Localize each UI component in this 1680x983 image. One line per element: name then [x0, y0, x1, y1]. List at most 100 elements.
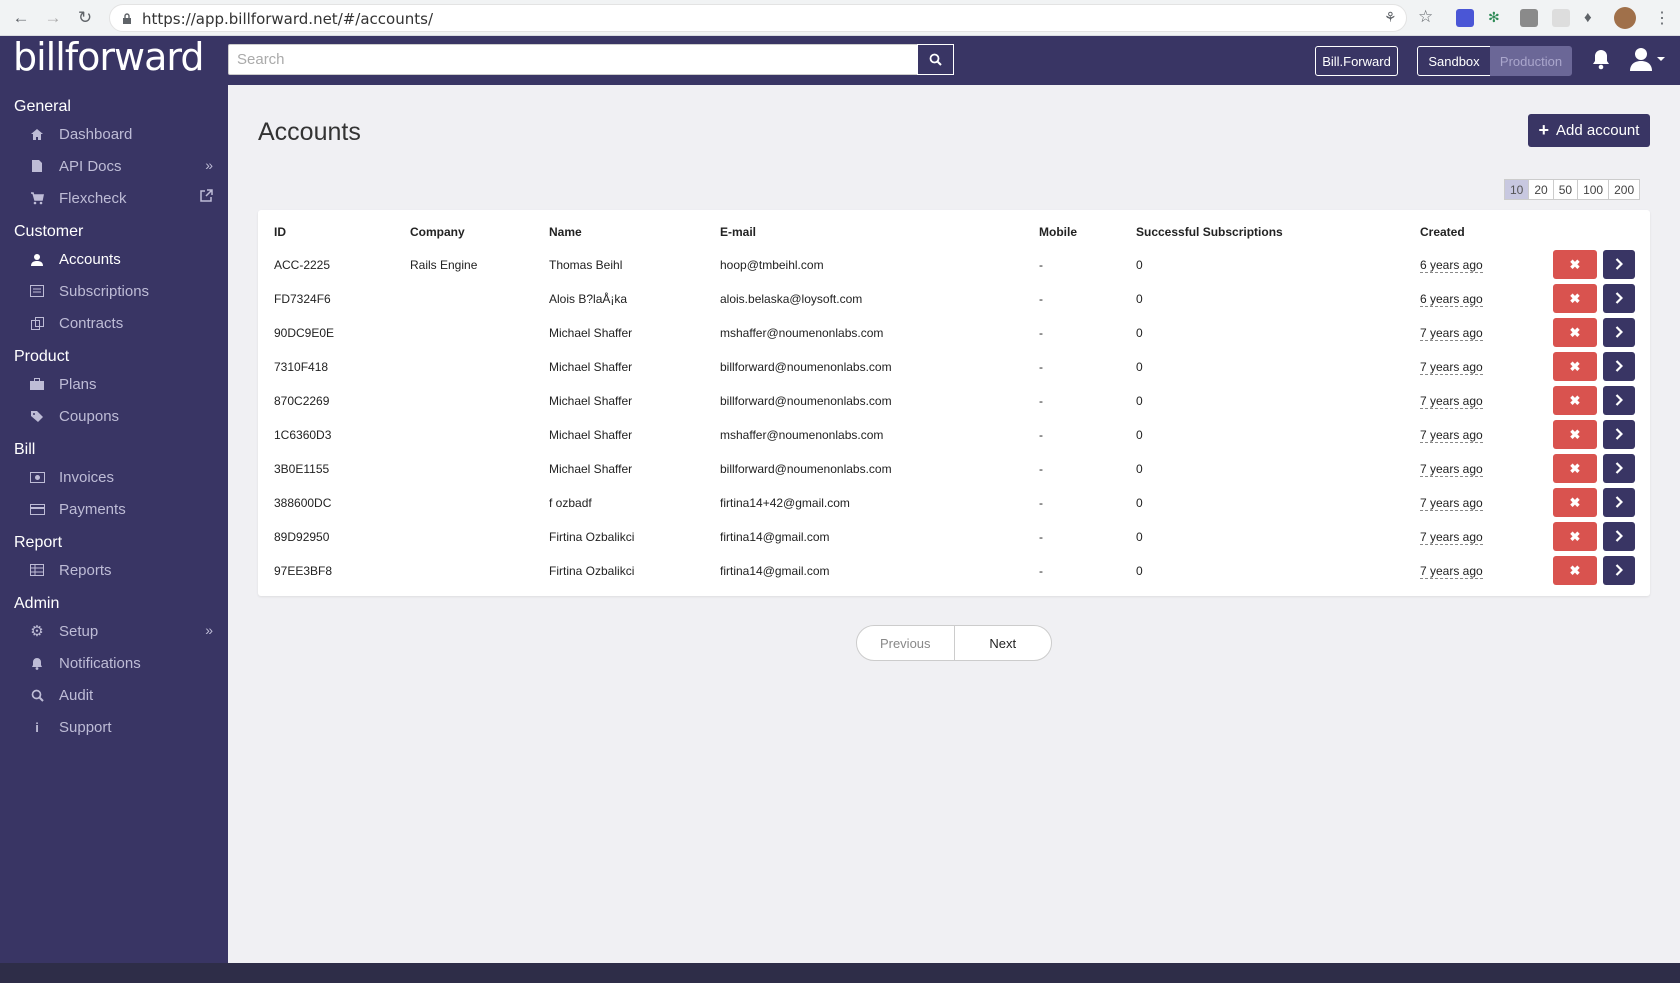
user-icon	[1630, 48, 1665, 71]
star-icon[interactable]: ☆	[1418, 7, 1433, 27]
bell-icon[interactable]	[1591, 48, 1611, 76]
view-account-button[interactable]	[1603, 352, 1635, 381]
delete-account-button[interactable]: ✖	[1553, 420, 1597, 449]
key-icon[interactable]: ⚘	[1384, 9, 1397, 26]
column-header-id[interactable]: ID	[274, 225, 286, 239]
search-input[interactable]	[228, 44, 919, 75]
sidebar-item-label: Setup	[59, 622, 99, 640]
cell-name: Firtina Ozbalikci	[549, 564, 635, 578]
view-account-button[interactable]	[1603, 318, 1635, 347]
logo[interactable]: billforward	[13, 38, 204, 76]
cell-email: billforward@noumenonlabs.com	[720, 360, 892, 374]
delete-account-button[interactable]: ✖	[1553, 454, 1597, 483]
sidebar-item-label: Payments	[59, 500, 126, 518]
delete-account-button[interactable]: ✖	[1553, 284, 1597, 313]
delete-account-button[interactable]: ✖	[1553, 318, 1597, 347]
column-header-name[interactable]: Name	[549, 225, 582, 239]
sidebar	[0, 85, 228, 963]
column-header-email[interactable]: E-mail	[720, 225, 756, 239]
delete-account-button[interactable]: ✖	[1553, 386, 1597, 415]
sidebar-item-plans[interactable]: Plans	[28, 371, 213, 397]
cell-id: 388600DC	[274, 496, 332, 510]
menu-icon[interactable]: ⋮	[1654, 8, 1670, 28]
sidebar-item-flexcheck[interactable]: Flexcheck	[28, 185, 213, 211]
cell-created: 7 years ago	[1420, 326, 1483, 341]
sidebar-item-dashboard[interactable]: Dashboard	[28, 121, 213, 147]
cell-name: Michael Shaffer	[549, 394, 633, 408]
extension-icon[interactable]	[1456, 9, 1474, 27]
tags-icon	[28, 407, 46, 425]
page-size-50[interactable]: 50	[1552, 179, 1579, 200]
column-header-created[interactable]: Created	[1420, 225, 1465, 239]
address-bar[interactable]: https://app.billforward.net/#/accounts/	[109, 4, 1407, 32]
view-account-button[interactable]	[1603, 250, 1635, 279]
cart-icon	[28, 189, 46, 207]
sidebar-item-notifications[interactable]: Notifications	[28, 650, 213, 676]
chevron-right-icon	[1615, 359, 1624, 375]
view-account-button[interactable]	[1603, 420, 1635, 449]
section-general: General	[14, 98, 71, 115]
view-account-button[interactable]	[1603, 386, 1635, 415]
delete-account-button[interactable]: ✖	[1553, 352, 1597, 381]
extension-icon[interactable]: ✻	[1488, 9, 1506, 27]
sidebar-item-payments[interactable]: Payments	[28, 496, 213, 522]
view-account-button[interactable]	[1603, 488, 1635, 517]
org-button[interactable]: Bill.Forward	[1315, 46, 1398, 76]
previous-button[interactable]: Previous	[857, 626, 955, 660]
sidebar-item-contracts[interactable]: Contracts	[28, 310, 213, 336]
delete-account-button[interactable]: ✖	[1553, 556, 1597, 585]
sidebar-item-label: Plans	[59, 375, 97, 393]
production-button[interactable]: Production	[1490, 46, 1572, 76]
cell-successful-subscriptions: 0	[1136, 292, 1143, 306]
view-account-button[interactable]	[1603, 556, 1635, 585]
delete-account-button[interactable]: ✖	[1553, 522, 1597, 551]
cell-name: Alois B?laÅ¡ka	[549, 292, 628, 306]
sidebar-item-setup[interactable]: ⚙ Setup »	[28, 618, 213, 644]
back-icon[interactable]: ←	[10, 7, 32, 29]
profile-avatar[interactable]	[1614, 7, 1636, 29]
sidebar-item-label: Flexcheck	[59, 189, 127, 207]
extension-icon[interactable]	[1520, 9, 1538, 27]
cell-successful-subscriptions: 0	[1136, 530, 1143, 544]
sidebar-item-reports[interactable]: Reports	[28, 557, 213, 583]
view-account-button[interactable]	[1603, 284, 1635, 313]
next-button[interactable]: Next	[955, 626, 1052, 660]
user-menu[interactable]	[1629, 47, 1665, 76]
column-header-company[interactable]: Company	[410, 225, 465, 239]
chevron-right-icon	[1615, 257, 1624, 273]
sidebar-item-audit[interactable]: Audit	[28, 682, 213, 708]
view-account-button[interactable]	[1603, 454, 1635, 483]
sidebar-item-subscriptions[interactable]: Subscriptions	[28, 278, 213, 304]
page-size-100[interactable]: 100	[1577, 179, 1610, 200]
cell-name: Thomas Beihl	[549, 258, 623, 272]
puzzle-icon[interactable]: ♦	[1584, 9, 1602, 27]
sidebar-item-support[interactable]: i Support	[28, 714, 213, 740]
page-size-200[interactable]: 200	[1608, 179, 1641, 200]
cell-name: f ozbadf	[549, 496, 592, 510]
cell-successful-subscriptions: 0	[1136, 360, 1143, 374]
page-size-20[interactable]: 20	[1528, 179, 1554, 200]
sidebar-item-coupons[interactable]: Coupons	[28, 403, 213, 429]
delete-account-button[interactable]: ✖	[1553, 488, 1597, 517]
extension-icon[interactable]	[1552, 9, 1570, 27]
cell-created: 6 years ago	[1420, 292, 1483, 307]
delete-account-button[interactable]: ✖	[1553, 250, 1597, 279]
column-header-successful-subscriptions[interactable]: Successful Subscriptions	[1136, 225, 1283, 239]
briefcase-icon	[28, 375, 46, 393]
page-size-10[interactable]: 10	[1504, 179, 1530, 200]
sidebar-item-invoices[interactable]: Invoices	[28, 464, 213, 490]
search-button[interactable]	[917, 44, 954, 75]
cell-mobile: -	[1039, 360, 1043, 374]
sandbox-button[interactable]: Sandbox	[1417, 46, 1491, 76]
add-account-button[interactable]: + Add account	[1528, 114, 1650, 147]
forward-icon[interactable]: →	[42, 7, 64, 29]
reload-icon[interactable]: ↻	[74, 7, 96, 29]
home-icon	[28, 125, 46, 143]
view-account-button[interactable]	[1603, 522, 1635, 551]
cell-id: 3B0E1155	[274, 462, 330, 476]
pagination: Previous Next	[856, 625, 1052, 661]
column-header-mobile[interactable]: Mobile	[1039, 225, 1077, 239]
cell-successful-subscriptions: 0	[1136, 258, 1143, 272]
sidebar-item-api-docs[interactable]: API Docs »	[28, 153, 213, 179]
sidebar-item-accounts[interactable]: Accounts	[28, 246, 213, 272]
